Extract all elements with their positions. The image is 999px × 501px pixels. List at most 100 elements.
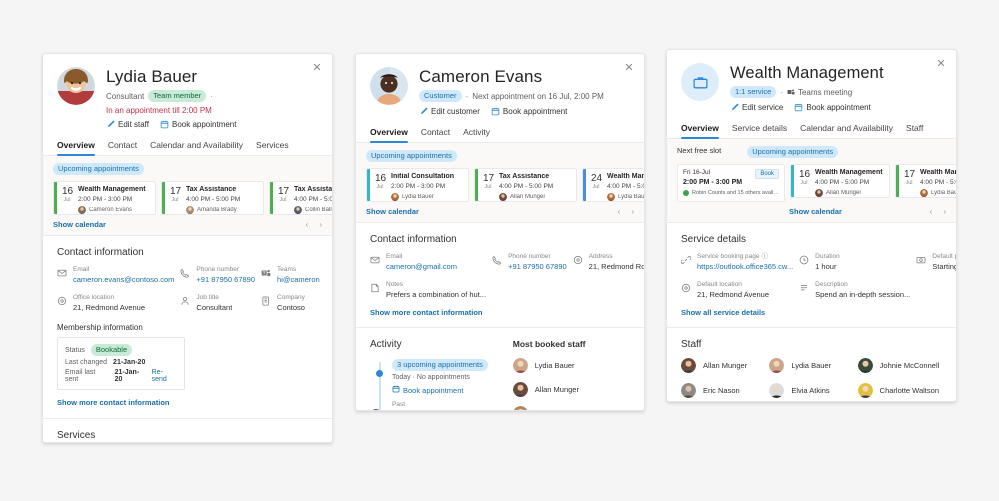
tab-calendar-availability[interactable]: Calendar and Availability [150, 140, 243, 155]
activity-event[interactable]: Follow up with Johnie McConnell 20 Sep, … [372, 409, 505, 410]
field-value[interactable]: +91 87950 67890 [508, 262, 567, 272]
show-all-service-details-link[interactable]: Show all service details [681, 308, 942, 317]
edit-customer-button[interactable]: Edit customer [419, 107, 480, 116]
appointment-card[interactable]: 24Jul Wealth Management 4:00 PM - 5:00 P… [582, 168, 644, 202]
mail-icon [57, 268, 67, 278]
next-arrow-icon[interactable]: › [319, 220, 322, 229]
staff-list-item[interactable]: Robin Counts [513, 406, 630, 410]
contact-field-grid: Email cameron@gmail.com Phone number +91 8… [370, 253, 644, 300]
service-details-title: Service details [681, 234, 747, 245]
staff-list-item[interactable]: Lydia Bauer [512, 358, 630, 373]
tab-contact[interactable]: Contact [421, 127, 450, 142]
edit-service-button[interactable]: Edit service [730, 103, 783, 112]
tab-calendar-availability[interactable]: Calendar and Availability [800, 123, 893, 138]
book-appointment-link[interactable]: Book appointment [392, 385, 463, 395]
appointment-title: Wealth Management [815, 169, 883, 176]
field-value: 21, Redmond Avenue [73, 303, 146, 312]
book-appointment-label: Book appointment [502, 107, 568, 116]
pencil-icon [730, 103, 739, 112]
field-label: Email [386, 253, 403, 260]
service-staff-section: Staff Allan Munger Lydia Bauer Johnie Mc… [667, 327, 956, 401]
staff-list-item[interactable]: Charlotte Waltson [857, 383, 942, 398]
appointment-card[interactable]: 17Jul Wealth Management 4:00 PM - 5:00 P… [895, 164, 956, 198]
appointment-time: 4:00 PM - 5:00 PM [186, 196, 241, 203]
location-icon [57, 296, 67, 306]
staff-list-item[interactable]: Allan Munger [512, 382, 630, 397]
show-more-contact-link[interactable]: Show more contact information [57, 398, 318, 409]
show-calendar-link[interactable]: Show calendar [366, 207, 419, 216]
appointment-card[interactable]: 16 Jul Wealth Management 2:00 PM - 3:00 P… [53, 181, 156, 215]
customer-activity-section: Activity 3 upcoming appointments Today ·… [356, 327, 644, 410]
field-value[interactable]: cameron@gmail.com [386, 262, 457, 272]
field-value: Prefers a combination of hut... [386, 290, 487, 299]
appointment-card[interactable]: 17 Jul Tax Assistance 4:00 PM - 5:00 PM A… [161, 181, 264, 215]
tab-services[interactable]: Services [256, 140, 289, 155]
edit-staff-button[interactable]: Edit staff [106, 120, 149, 129]
tab-staff[interactable]: Staff [906, 123, 923, 138]
tab-activity[interactable]: Activity [463, 127, 490, 142]
contact-field-address: Address 21, Redmond Road [573, 253, 644, 272]
appointment-title: Tax Assistance [186, 186, 237, 193]
appointment-time: 4:00 PM - 5:00 PM [815, 179, 870, 186]
field-value[interactable]: https://outlook.office365.cw... [697, 262, 793, 272]
next-arrow-icon[interactable]: › [943, 207, 946, 216]
tab-contact[interactable]: Contact [108, 140, 137, 155]
edit-staff-label: Edit staff [118, 120, 149, 129]
appointment-person: Lydia Bauer [931, 190, 956, 196]
appointment-month: Jul [279, 197, 287, 203]
appointment-card[interactable]: 17Jul Tax Assistance 4:00 PM - 5:00 PM C… [269, 181, 332, 215]
book-appointment-button[interactable]: Book appointment [794, 103, 871, 112]
field-value[interactable]: cameron.evans@contoso.com [73, 275, 174, 285]
prev-arrow-icon[interactable]: ‹ [618, 207, 621, 216]
book-appointment-button[interactable]: Book appointment [491, 107, 568, 116]
next-free-slot-heading: Next free slot [677, 146, 722, 155]
activity-title: Activity [370, 339, 402, 350]
prev-arrow-icon[interactable]: ‹ [930, 207, 933, 216]
close-icon[interactable]: ✕ [934, 57, 948, 71]
tab-overview[interactable]: Overview [57, 140, 95, 156]
close-icon[interactable]: ✕ [622, 61, 636, 75]
show-calendar-link[interactable]: Show calendar [53, 220, 106, 229]
show-calendar-link[interactable]: Show calendar [789, 207, 842, 216]
staff-list-item[interactable]: Allan Munger [681, 358, 765, 373]
tab-overview[interactable]: Overview [681, 123, 719, 139]
appointment-card[interactable]: 16 Jul Initial Consultation 2:00 PM - 3:0… [366, 168, 469, 202]
phone-icon [180, 268, 190, 278]
info-icon[interactable]: ⓘ [762, 253, 769, 261]
edit-customer-label: Edit customer [431, 107, 480, 116]
appointment-card[interactable]: 17 Jul Tax Assistance 4:00 PM - 5:00 PM A… [474, 168, 577, 202]
tab-service-details[interactable]: Service details [732, 123, 787, 138]
service-appointments-strip: Next free slot Upcoming appointments Fri… [667, 139, 956, 222]
prev-arrow-icon[interactable]: ‹ [306, 220, 309, 229]
next-free-slot-card[interactable]: Fri 16-Jul 2:00 PM - 3:00 PM Book Robin … [677, 164, 785, 202]
appointment-month: Jul [171, 197, 179, 203]
book-appointment-button[interactable]: Book appointment [160, 120, 236, 129]
contact-field-grid: Email cameron.evans@contoso.com Phone num… [57, 266, 320, 313]
staff-list-item[interactable]: Lydia Bauer [769, 358, 853, 373]
staff-list-item[interactable]: Eric Nason [681, 383, 765, 398]
resend-link[interactable]: Re-send [152, 369, 177, 383]
free-slot-date: Fri 16-Jul [683, 169, 711, 176]
field-value[interactable]: hi@cameron [277, 275, 320, 285]
appointment-day: 17 [170, 186, 182, 197]
contact-field-teams: Teams hi@cameron [261, 266, 320, 285]
status-badge: Customer [419, 90, 462, 102]
calendar-icon [794, 103, 803, 112]
staff-list-item[interactable]: Johnie McConnell [857, 358, 942, 373]
tab-overview[interactable]: Overview [370, 127, 408, 143]
staff-detail-card: ✕ Lydia Bauer Consultant Team member · I… [42, 53, 333, 443]
field-value[interactable]: +91 87950 67890 [196, 275, 255, 285]
staff-name: Lydia Bauer [791, 361, 832, 370]
appointment-card[interactable]: 16 Jul Wealth Management 4:00 PM - 5:00 P… [790, 164, 890, 198]
link-icon [681, 255, 691, 265]
avatar [857, 383, 873, 398]
show-more-contact-link[interactable]: Show more contact information [370, 308, 630, 317]
staff-card-header: ✕ Lydia Bauer Consultant Team member · I… [43, 54, 332, 129]
staff-list-item[interactable]: Elvia Atkins [769, 383, 853, 398]
staff-name: Elvia Atkins [791, 386, 830, 395]
next-arrow-icon[interactable]: › [631, 207, 634, 216]
close-icon[interactable]: ✕ [310, 61, 324, 75]
clock-icon [799, 255, 809, 265]
book-slot-button[interactable]: Book [755, 169, 779, 179]
today-line: Today · No appointments [392, 374, 470, 381]
